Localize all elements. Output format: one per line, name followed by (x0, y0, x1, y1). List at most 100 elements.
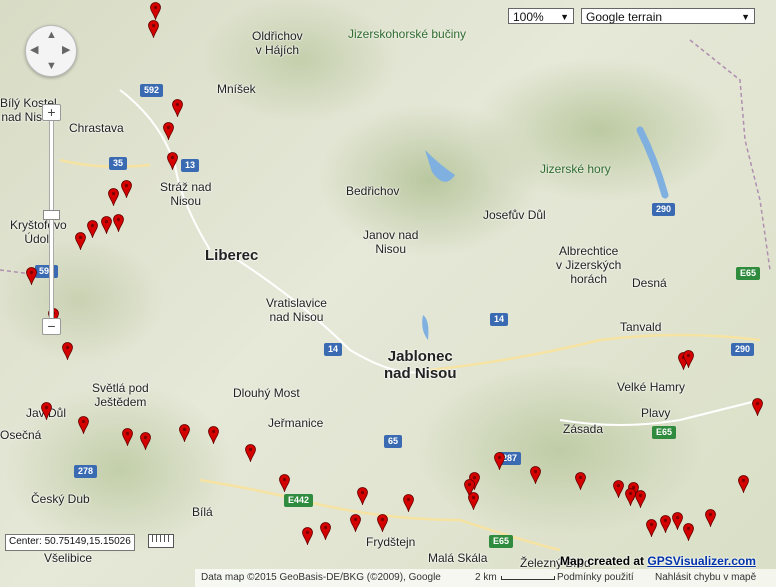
map-marker-icon[interactable] (166, 152, 178, 170)
map-marker-icon[interactable] (634, 490, 646, 508)
place-label-liberec: Liberec (205, 247, 259, 264)
map-marker-icon[interactable] (319, 522, 331, 540)
map-marker-icon[interactable] (529, 466, 541, 484)
road-shield: E65 (652, 426, 677, 439)
credit-text: Map created at GPSVisualizer.com (560, 554, 756, 568)
map-marker-icon[interactable] (376, 514, 388, 532)
zoom-percent-value: 100% (513, 10, 544, 24)
zoom-slider-thumb[interactable] (43, 209, 60, 220)
map-marker-icon[interactable] (645, 519, 657, 537)
map-marker-icon[interactable] (171, 99, 183, 117)
map-marker-icon[interactable] (493, 452, 505, 470)
map-marker-icon[interactable] (751, 398, 763, 416)
place-label-bedrichov: Bedřichov (346, 184, 400, 198)
scale-bar (501, 576, 555, 580)
place-label-bila: Bílá (192, 505, 213, 519)
map-terrain-features (0, 39, 771, 552)
road-shield: E65 (489, 535, 514, 548)
road-shield: E65 (736, 267, 761, 280)
place-label-desna: Desná (632, 276, 667, 290)
map-marker-icon[interactable] (301, 527, 313, 545)
place-label-chrastava: Chrastava (69, 121, 124, 135)
road-shield: 35 (109, 157, 128, 170)
gpsvisualizer-link[interactable]: GPSVisualizer.com (647, 554, 756, 568)
map-marker-icon[interactable] (149, 2, 161, 20)
place-label-jermanice: Jeřmanice (268, 416, 324, 430)
map-marker-icon[interactable] (671, 512, 683, 530)
road-shield: 290 (652, 203, 676, 216)
map-marker-icon[interactable] (100, 216, 112, 234)
map-marker-icon[interactable] (147, 20, 159, 38)
place-label-mnisek: Mníšek (217, 82, 256, 96)
place-label-albrechtice: Albrechtice v Jizerských horách (556, 244, 622, 286)
zoom-percent-select[interactable]: 100% ▼ (508, 8, 574, 24)
map-marker-icon[interactable] (112, 214, 124, 232)
map-marker-icon[interactable] (659, 515, 671, 533)
pan-left-icon[interactable]: ◀ (30, 45, 38, 56)
map-marker-icon[interactable] (162, 122, 174, 140)
map-marker-icon[interactable] (624, 488, 636, 506)
map-marker-icon[interactable] (178, 424, 190, 442)
road-shield: 14 (490, 313, 509, 326)
map-type-select[interactable]: Google terrain ▼ (581, 8, 755, 24)
place-label-cesky-dub: Český Dub (31, 492, 90, 506)
zoom-in-button[interactable]: + (42, 104, 61, 121)
map-marker-icon[interactable] (120, 180, 132, 198)
road-shield: 290 (731, 343, 755, 356)
map-marker-icon[interactable] (107, 188, 119, 206)
map-marker-icon[interactable] (121, 428, 133, 446)
pan-right-icon[interactable]: ▶ (62, 45, 70, 56)
center-coordinates: Center: 50.75149,15.15026 (5, 534, 135, 551)
road-shield: 592 (140, 84, 164, 97)
report-link[interactable]: Nahlásit chybu v mapě (655, 570, 756, 586)
ruler-icon[interactable] (148, 534, 174, 548)
map-marker-icon[interactable] (467, 492, 479, 510)
map-marker-icon[interactable] (737, 475, 749, 493)
place-label-straz: Stráž nad Nisou (160, 180, 212, 208)
place-label-vsalibice: Všelibice (44, 551, 93, 565)
data-credit: Data map ©2015 GeoBasis-DE/BKG (©2009), … (201, 572, 441, 583)
map-marker-icon[interactable] (402, 494, 414, 512)
place-label-jablonec: Jablonec nad Nisou (384, 348, 457, 382)
place-label-vratislavice: Vratislavice nad Nisou (266, 296, 327, 324)
map-marker-icon[interactable] (139, 432, 151, 450)
map-marker-icon[interactable] (207, 426, 219, 444)
place-label-svetla: Světlá pod Ještědem (92, 381, 149, 409)
map-marker-icon[interactable] (244, 444, 256, 462)
map-marker-icon[interactable] (356, 487, 368, 505)
map-marker-icon[interactable] (77, 416, 89, 434)
place-label-plavy: Plavy (641, 406, 671, 420)
map-marker-icon[interactable] (574, 472, 586, 490)
terms-link[interactable]: Podmínky použití (557, 570, 634, 586)
pan-control[interactable]: ▲ ▼ ◀ ▶ (25, 25, 77, 77)
pan-up-icon[interactable]: ▲ (46, 30, 57, 41)
place-label-frydstejn: Frydštejn (366, 535, 416, 549)
map-marker-icon[interactable] (349, 514, 361, 532)
map-marker-icon[interactable] (682, 350, 694, 368)
chevron-down-icon: ▼ (741, 12, 750, 22)
road-shield: 65 (384, 435, 403, 448)
area-label-jizerske-hory: Jizerské hory (540, 162, 611, 176)
place-label-tanvald: Tanvald (620, 320, 662, 334)
chevron-down-icon: ▼ (560, 12, 569, 22)
place-label-mala-skala: Malá Skála (428, 551, 488, 565)
scale-label: 2 km (475, 572, 497, 583)
map-marker-icon[interactable] (704, 509, 716, 527)
map-footer: Data map ©2015 GeoBasis-DE/BKG (©2009), … (195, 569, 776, 587)
road-shield: 14 (324, 343, 343, 356)
zoom-out-button[interactable]: − (42, 318, 61, 335)
place-label-josefuv-dul: Josefův Důl (483, 208, 546, 222)
terrain-map[interactable]: Oldřichov v Hájích Mníšek Chrastava Stráž… (0, 0, 776, 587)
map-marker-icon[interactable] (278, 474, 290, 492)
map-marker-icon[interactable] (25, 267, 37, 285)
road-shield: 278 (74, 465, 98, 478)
place-label-dlouhy-most: Dlouhý Most (233, 386, 300, 400)
pan-down-icon[interactable]: ▼ (46, 61, 57, 72)
map-marker-icon[interactable] (40, 402, 52, 420)
place-label-zasada: Zásada (563, 422, 604, 436)
map-marker-icon[interactable] (74, 232, 86, 250)
map-marker-icon[interactable] (86, 220, 98, 238)
map-marker-icon[interactable] (612, 480, 624, 498)
map-marker-icon[interactable] (682, 523, 694, 541)
map-marker-icon[interactable] (61, 342, 73, 360)
